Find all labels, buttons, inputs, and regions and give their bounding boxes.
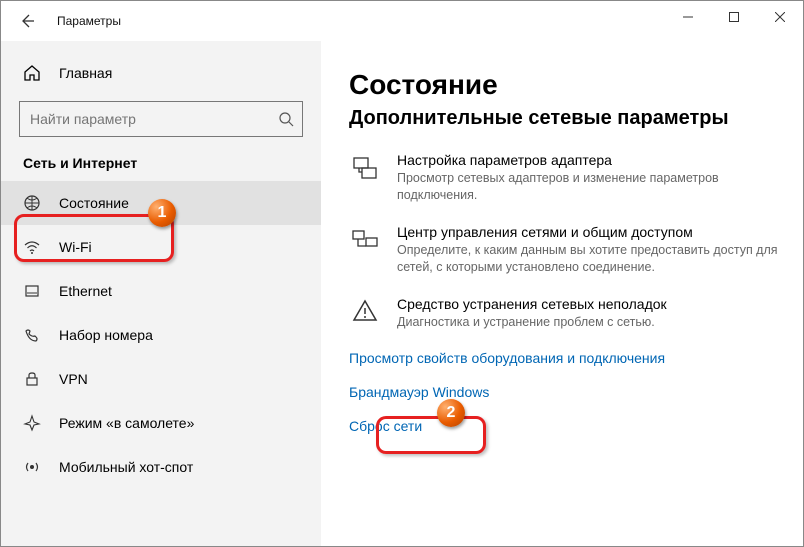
link-hw-properties[interactable]: Просмотр свойств оборудования и подключе… (349, 350, 783, 366)
setting-troubleshoot[interactable]: Средство устранения сетевых неполадок Ди… (349, 296, 783, 331)
dialup-icon (23, 326, 41, 344)
arrow-left-icon (19, 13, 35, 29)
nav-label: Состояние (59, 195, 129, 211)
nav-label: Мобильный хот-спот (59, 459, 193, 475)
setting-desc: Определите, к каким данным вы хотите пре… (397, 242, 783, 276)
link-network-reset[interactable]: Сброс сети (349, 418, 783, 434)
search-icon (278, 111, 294, 127)
nav-item-vpn[interactable]: VPN (1, 357, 321, 401)
globe-icon (23, 194, 41, 212)
home-label: Главная (59, 65, 112, 81)
ethernet-icon (23, 282, 41, 300)
minimize-icon (683, 12, 693, 22)
setting-title: Средство устранения сетевых неполадок (397, 296, 783, 312)
nav-item-dialup[interactable]: Набор номера (1, 313, 321, 357)
nav-label: Wi-Fi (59, 239, 92, 255)
close-icon (775, 12, 785, 22)
link-firewall[interactable]: Брандмауэр Windows (349, 384, 783, 400)
setting-desc: Диагностика и устранение проблем с сетью… (397, 314, 783, 331)
maximize-icon (729, 12, 739, 22)
close-button[interactable] (757, 1, 803, 33)
titlebar: Параметры (1, 1, 803, 41)
home-nav[interactable]: Главная (1, 51, 321, 95)
nav-label: Ethernet (59, 283, 112, 299)
nav-item-status[interactable]: Состояние (1, 181, 321, 225)
setting-title: Настройка параметров адаптера (397, 152, 783, 168)
home-icon (23, 64, 41, 82)
sharing-icon (349, 226, 381, 258)
search-input-container[interactable] (19, 101, 303, 137)
window-controls (665, 1, 803, 33)
content-pane: Состояние Дополнительные сетевые парамет… (321, 41, 803, 546)
airplane-icon (23, 414, 41, 432)
hotspot-icon (23, 458, 41, 476)
maximize-button[interactable] (711, 1, 757, 33)
vpn-icon (23, 370, 41, 388)
page-title: Состояние (349, 69, 783, 101)
setting-adapter[interactable]: Настройка параметров адаптера Просмотр с… (349, 152, 783, 204)
back-button[interactable] (13, 7, 41, 35)
settings-window: Параметры Главная (0, 0, 804, 547)
app-title: Параметры (57, 14, 121, 28)
nav-item-airplane[interactable]: Режим «в самолете» (1, 401, 321, 445)
search-input[interactable] (30, 111, 278, 127)
nav-item-wifi[interactable]: Wi-Fi (1, 225, 321, 269)
nav-label: Режим «в самолете» (59, 415, 194, 431)
sidebar: Главная Сеть и Интернет Состояние Wi-Fi (1, 41, 321, 546)
setting-desc: Просмотр сетевых адаптеров и изменение п… (397, 170, 783, 204)
warning-icon (349, 298, 381, 330)
setting-title: Центр управления сетями и общим доступом (397, 224, 783, 240)
adapter-icon (349, 154, 381, 186)
section-header: Сеть и Интернет (1, 155, 321, 181)
setting-sharing-center[interactable]: Центр управления сетями и общим доступом… (349, 224, 783, 276)
nav-label: Набор номера (59, 327, 153, 343)
wifi-icon (23, 238, 41, 256)
nav-item-ethernet[interactable]: Ethernet (1, 269, 321, 313)
minimize-button[interactable] (665, 1, 711, 33)
nav-label: VPN (59, 371, 88, 387)
body: Главная Сеть и Интернет Состояние Wi-Fi (1, 41, 803, 546)
nav-item-hotspot[interactable]: Мобильный хот-спот (1, 445, 321, 489)
section-title: Дополнительные сетевые параметры (349, 107, 783, 130)
